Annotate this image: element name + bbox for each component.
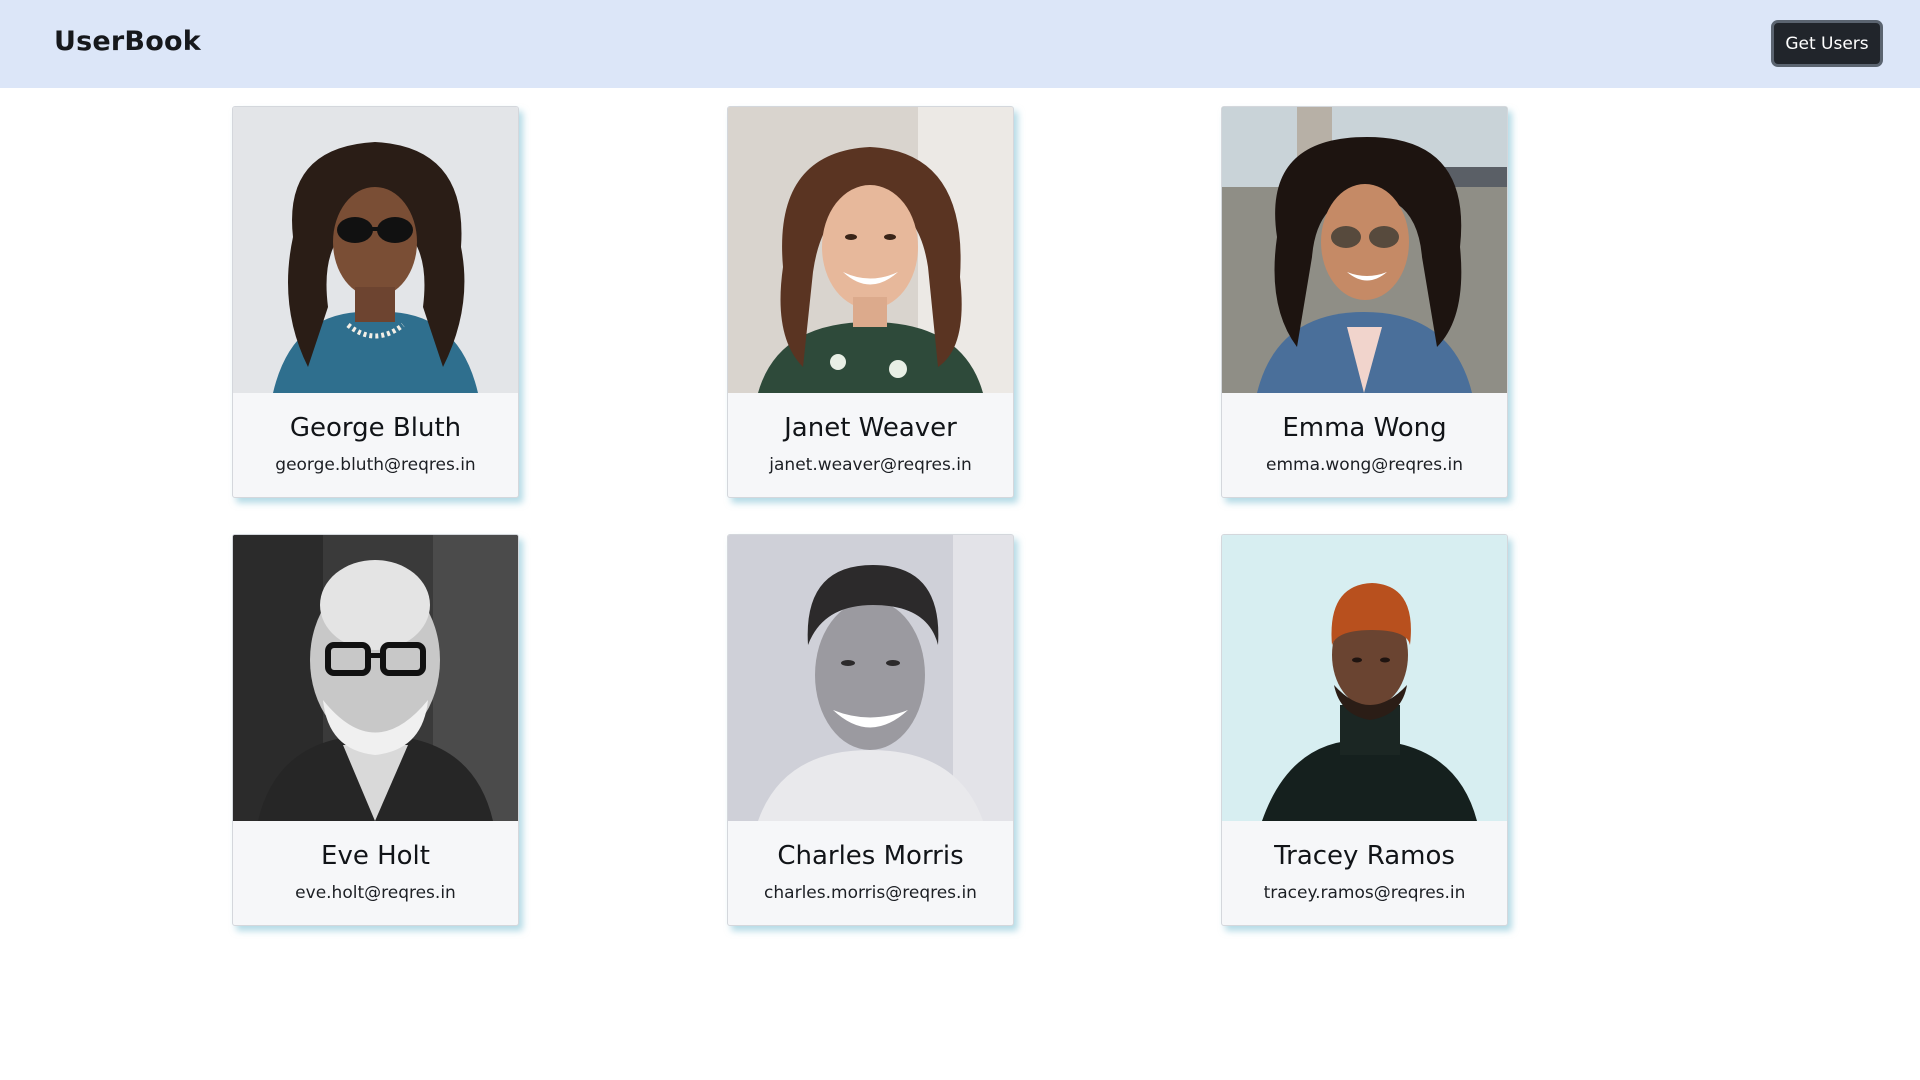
avatar [728, 107, 1013, 393]
user-email: eve.holt@reqres.in [295, 883, 456, 903]
user-card[interactable]: George Bluth george.bluth@reqres.in [232, 106, 519, 498]
user-email: tracey.ramos@reqres.in [1263, 883, 1466, 903]
user-email: janet.weaver@reqres.in [769, 455, 972, 475]
brand-title[interactable]: UserBook [54, 26, 201, 57]
user-email: charles.morris@reqres.in [764, 883, 977, 903]
avatar [233, 107, 518, 393]
avatar [1222, 107, 1507, 393]
avatar [233, 535, 518, 821]
user-name: Emma Wong [1282, 413, 1447, 443]
user-name: George Bluth [289, 413, 462, 443]
avatar [728, 535, 1013, 821]
user-name: Janet Weaver [784, 413, 957, 443]
user-name: Tracey Ramos [1274, 841, 1455, 871]
user-card[interactable]: Janet Weaver janet.weaver@reqres.in [727, 106, 1014, 498]
user-email: emma.wong@reqres.in [1266, 455, 1463, 475]
get-users-button[interactable]: Get Users [1771, 20, 1883, 67]
user-card[interactable]: Emma Wong emma.wong@reqres.in [1221, 106, 1508, 498]
user-card[interactable]: Charles Morris charles.morris@reqres.in [727, 534, 1014, 926]
avatar [1222, 535, 1507, 821]
navbar: UserBook Get Users [0, 0, 1920, 88]
user-name: Eve Holt [321, 841, 430, 871]
user-card[interactable]: Tracey Ramos tracey.ramos@reqres.in [1221, 534, 1508, 926]
user-card[interactable]: Eve Holt eve.holt@reqres.in [232, 534, 519, 926]
user-email: george.bluth@reqres.in [275, 455, 476, 475]
user-name: Charles Morris [777, 841, 964, 871]
